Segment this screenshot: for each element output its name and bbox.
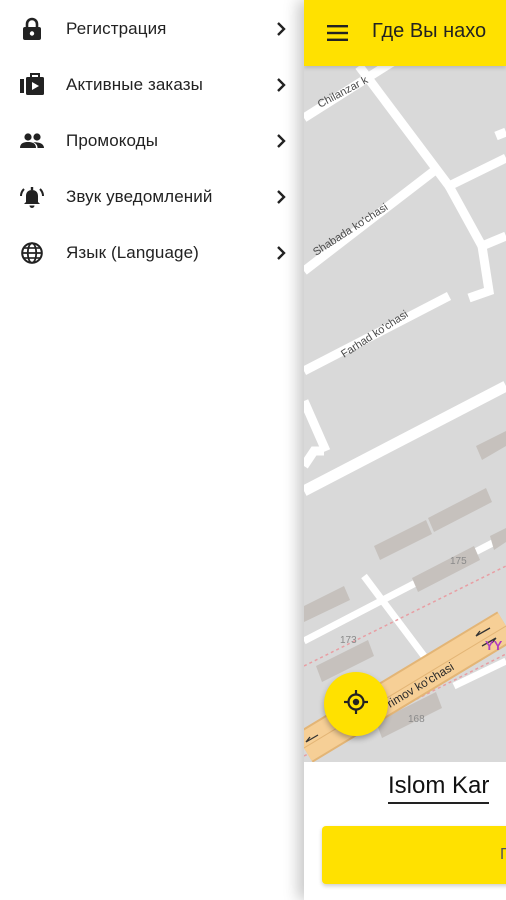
drawer-item-label: Звук уведомлений: [66, 187, 213, 206]
globe-icon: [19, 240, 45, 266]
drawer-item-registration[interactable]: Регистрация: [0, 1, 304, 57]
chevron-right-icon: [272, 20, 290, 38]
chevron-right-icon: [272, 76, 290, 94]
order-button[interactable]: П: [322, 826, 506, 884]
house-number: 168: [408, 714, 425, 725]
orders-icon: [19, 72, 45, 98]
navigation-drawer: Регистрация Активные заказы Промокоды Зв…: [0, 0, 304, 900]
main-screen: Где Вы нахо Chilanzar k Shabada ko'chasi…: [304, 0, 506, 900]
my-location-button[interactable]: [324, 672, 388, 736]
address-field[interactable]: Islom Kar: [388, 772, 490, 804]
drawer-item-language[interactable]: Язык (Language): [0, 225, 304, 281]
chevron-right-icon: [272, 188, 290, 206]
drawer-item-label: Регистрация: [66, 19, 167, 38]
app-bar: Где Вы нахо: [304, 0, 506, 66]
chevron-right-icon: [272, 132, 290, 150]
drawer-item-notification-sound[interactable]: Звук уведомлений: [0, 169, 304, 225]
bell-icon: [19, 184, 45, 210]
drawer-item-label: Язык (Language): [66, 243, 199, 262]
drawer-item-promocodes[interactable]: Промокоды: [0, 113, 304, 169]
drawer-item-label: Активные заказы: [66, 75, 203, 94]
chevron-right-icon: [272, 244, 290, 262]
page-title: Где Вы нахо: [372, 20, 487, 42]
order-button-label: П: [500, 846, 506, 863]
house-number: 175: [450, 556, 467, 567]
people-icon: [19, 128, 45, 154]
lock-icon: [19, 16, 45, 42]
drawer-item-label: Промокоды: [66, 131, 159, 150]
poi-icon: ΥΥ: [485, 638, 503, 653]
screen: Регистрация Активные заказы Промокоды Зв…: [0, 0, 506, 900]
drawer-item-active-orders[interactable]: Активные заказы: [0, 57, 304, 113]
house-number: 173: [340, 635, 357, 646]
menu-icon[interactable]: [326, 22, 350, 44]
map-view[interactable]: Chilanzar k Shabada ko'chasi Farhad ko'c…: [304, 66, 506, 762]
crosshair-icon: [342, 688, 370, 721]
